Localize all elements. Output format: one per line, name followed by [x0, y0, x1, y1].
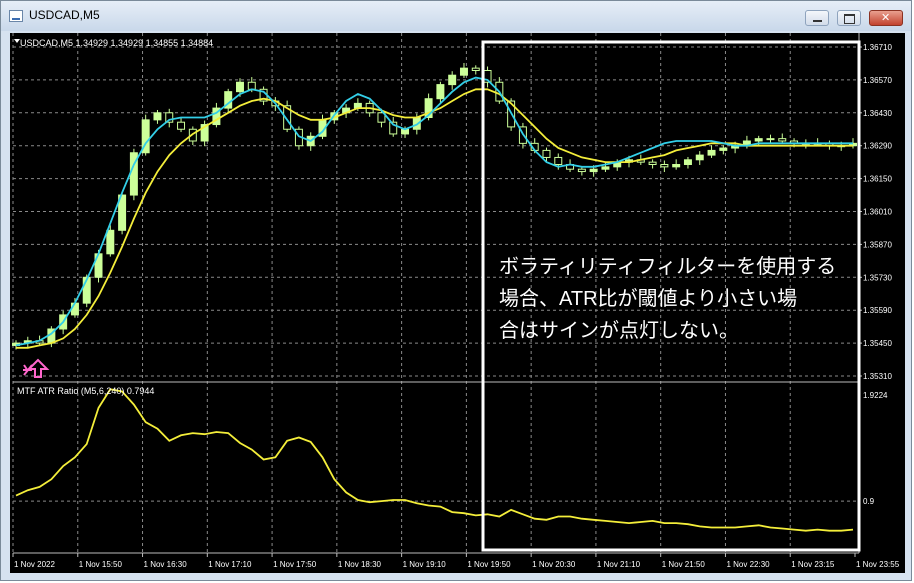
price-tick-label: 1.35730	[863, 273, 892, 282]
candle-body	[754, 138, 763, 142]
up-arrow-icon	[23, 358, 50, 378]
candle-body	[235, 81, 244, 93]
minimize-button[interactable]	[805, 10, 829, 26]
candle-body	[153, 112, 162, 121]
candle-body	[554, 156, 563, 165]
time-tick-label: 1 Nov 19:50	[467, 560, 511, 569]
close-button[interactable]	[869, 10, 903, 26]
price-tick-label: 1.35870	[863, 240, 892, 249]
time-tick-label: 1 Nov 20:30	[532, 560, 576, 569]
indicator-tick-label: 1.9224	[863, 391, 888, 400]
time-tick-label: 1 Nov 23:15	[791, 560, 835, 569]
price-tick-label: 1.35450	[863, 339, 892, 348]
candle-body	[766, 138, 775, 141]
candle-body	[542, 149, 551, 158]
candle-body	[672, 164, 681, 168]
price-tick-label: 1.36570	[863, 76, 892, 85]
candle-body	[106, 229, 115, 255]
indicator-tick-label: 0.9	[863, 497, 875, 506]
time-tick-label: 1 Nov 22:30	[726, 560, 770, 569]
candle-body	[648, 161, 657, 165]
price-tick-label: 1.36430	[863, 109, 892, 118]
price-tick-label: 1.36290	[863, 142, 892, 151]
time-tick-label: 1 Nov 17:50	[273, 560, 317, 569]
annotation-line-1: ボラティリティフィルターを使用する	[499, 255, 836, 278]
annotation-line-2: 場合、ATR比が閾値より小さい場	[499, 287, 797, 310]
title-bar[interactable]: USDCAD,M5	[1, 1, 911, 31]
annotation-line-3: 合はサインが点灯しない。	[499, 319, 739, 342]
candle-body	[707, 149, 716, 156]
atr-ratio-line	[15, 388, 854, 532]
candle-body	[719, 147, 728, 151]
time-axis: 1 Nov 2022 1 Nov 15:50 1 Nov 16:30 1 Nov 17…	[12, 553, 900, 569]
candle-body	[683, 159, 692, 166]
indicator-axis: 1.9224 0.9	[863, 391, 888, 506]
maximize-button[interactable]	[837, 10, 861, 26]
chart-area[interactable]: 1.36710 1.36570 1.36430 1.36290 1.36150 1.360…	[10, 33, 905, 573]
candle-body	[247, 81, 256, 90]
price-tick-label: 1.35310	[863, 372, 892, 381]
time-tick-label: 1 Nov 17:10	[208, 560, 252, 569]
time-tick-label: 1 Nov 21:10	[597, 560, 641, 569]
time-tick-label: 1 Nov 18:30	[338, 560, 382, 569]
candle-body	[436, 84, 445, 100]
candle-body	[601, 166, 610, 170]
candle-body	[589, 168, 598, 173]
candle-body	[177, 121, 186, 130]
candle-body	[459, 67, 468, 76]
time-tick-label: 1 Nov 2022	[14, 560, 55, 569]
time-tick-label: 1 Nov 16:30	[144, 560, 188, 569]
price-tick-label: 1.36710	[863, 43, 892, 52]
chart-canvas[interactable]: 1.36710 1.36570 1.36430 1.36290 1.36150 1.360…	[10, 33, 905, 573]
time-tick-label: 1 Nov 23:55	[856, 560, 900, 569]
indicator-header: MTF ATR Ratio (M5,6,240) 0.7944	[17, 386, 154, 396]
candle-body	[660, 164, 669, 168]
candle-body	[695, 154, 704, 161]
app-window: USDCAD,M5 1.367101.365701.364301.362901.…	[0, 0, 912, 581]
price-tick-label: 1.36150	[863, 175, 892, 184]
candle-body	[448, 74, 457, 86]
price-tick-label: 1.35590	[863, 306, 892, 315]
chart-header: USDCAD,M5 1.34929 1.34929 1.34855 1.3488…	[20, 38, 213, 48]
candle-body	[778, 138, 787, 142]
window-title: USDCAD,M5	[29, 8, 100, 22]
candle-body	[577, 168, 586, 173]
price-axis: 1.36710 1.36570 1.36430 1.36290 1.36150 1.360…	[859, 43, 892, 381]
candle-body	[471, 67, 480, 72]
candle-body	[70, 302, 79, 316]
time-tick-label: 1 Nov 15:50	[79, 560, 123, 569]
price-tick-label: 1.36010	[863, 208, 892, 217]
time-tick-label: 1 Nov 21:50	[662, 560, 706, 569]
time-tick-label: 1 Nov 19:10	[403, 560, 447, 569]
chart-window-icon	[9, 10, 23, 22]
